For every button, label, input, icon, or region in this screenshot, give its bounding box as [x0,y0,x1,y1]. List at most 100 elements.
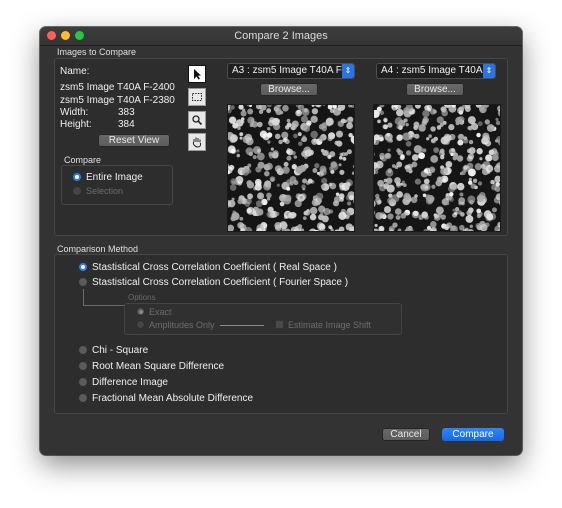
texture-blob [345,182,351,187]
texture-blob [412,210,419,217]
connector-line [83,305,125,306]
entire-image-radio[interactable] [72,172,82,182]
zoom-tool-button[interactable] [188,111,206,129]
texture-blob [466,210,473,216]
texture-blob [328,182,333,187]
texture-blob [405,168,410,173]
texture-blob [266,184,271,189]
texture-blob [396,191,404,198]
entire-image-label: Entire Image [86,172,143,183]
texture-blob [467,116,476,125]
real-space-radio[interactable] [78,262,88,272]
texture-blob [284,137,288,141]
texture-blob [298,141,303,146]
texture-blob [387,197,395,205]
browse-a-button[interactable]: Browse... [260,83,318,96]
width-value: 383 [118,107,135,118]
texture-blob [320,184,325,189]
texture-blob [283,161,289,167]
texture-blob [379,110,385,116]
texture-blob [273,106,279,112]
texture-blob [278,139,283,145]
selection-radio[interactable] [72,186,82,196]
browse-b-button[interactable]: Browse... [406,83,464,96]
window-title: Compare 2 Images [234,30,328,42]
cancel-button[interactable]: Cancel [382,428,430,441]
texture-blob [465,215,474,223]
micrograph-a [200,85,373,238]
texture-blob [266,197,271,201]
image-a-popup[interactable]: A3 : zsm5 Image T40A F ⇕ [227,63,355,79]
texture-blob [286,155,292,161]
texture-blob [400,182,404,186]
texture-blob [494,139,499,143]
texture-blob [241,119,245,124]
texture-blob [286,118,291,123]
texture-blob [379,136,384,142]
texture-blob [283,215,288,220]
estimate-shift-checkbox[interactable] [275,320,284,329]
marquee-tool-button[interactable] [188,88,206,106]
texture-blob [463,138,469,144]
texture-blob [321,125,327,132]
texture-blob [239,136,243,140]
marquee-icon [192,93,202,101]
texture-blob [266,192,272,199]
texture-blob [479,105,487,114]
texture-blob [308,149,314,156]
texture-blob [335,192,340,197]
name-label: Name: [60,66,90,77]
texture-blob [303,125,310,132]
reset-view-button[interactable]: Reset View [98,134,170,147]
arrow-tool-button[interactable] [188,65,206,83]
texture-blob [448,185,456,193]
texture-blob [332,107,342,116]
amplitudes-radio[interactable] [136,320,145,329]
fourier-space-radio[interactable] [78,277,88,287]
texture-blob [310,130,318,139]
texture-blob [285,149,291,154]
texture-blob [379,152,385,159]
image-b-popup[interactable]: A4 : zsm5 Image T40A ⇕ [376,63,496,79]
texture-blob [325,117,334,126]
compare-group-box [61,165,173,205]
width-label: Width: [60,107,89,118]
texture-blob [445,193,449,197]
texture-blob [242,135,251,144]
chi-square-radio[interactable] [78,345,88,355]
image-a-popup-text: A3 : zsm5 Image T40A F [232,65,342,76]
exact-radio[interactable] [136,307,145,316]
texture-blob [244,201,251,207]
texture-blob [491,207,497,213]
texture-blob [405,122,409,127]
texture-blob [385,152,392,160]
texture-blob [237,126,241,130]
texture-blob [416,146,424,154]
texture-blob [342,157,347,161]
rms-radio[interactable] [78,361,88,371]
chevron-updown-icon: ⇕ [483,64,495,78]
texture-blob [256,121,263,128]
texture-blob [454,211,458,216]
hand-tool-button[interactable] [188,133,206,151]
magnifier-icon [192,115,203,126]
fmad-radio[interactable] [78,393,88,403]
texture-blob [468,180,473,185]
chevron-updown-icon: ⇕ [342,64,354,78]
texture-blob [418,216,422,220]
texture-blob [318,135,325,142]
texture-blob [319,212,324,216]
texture-blob [383,124,388,130]
texture-blob [490,179,495,185]
texture-blob [396,124,401,130]
texture-blob [458,197,466,205]
difference-image-radio[interactable] [78,377,88,387]
texture-blob [383,206,392,214]
real-space-label: Stastistical Cross Correlation Coefficie… [92,262,337,273]
texture-blob [329,166,334,171]
texture-blob [479,157,483,161]
compare-button[interactable]: Compare [442,428,504,441]
texture-blob [346,122,353,130]
image-a-preview [200,85,373,238]
texture-blob [227,199,236,208]
